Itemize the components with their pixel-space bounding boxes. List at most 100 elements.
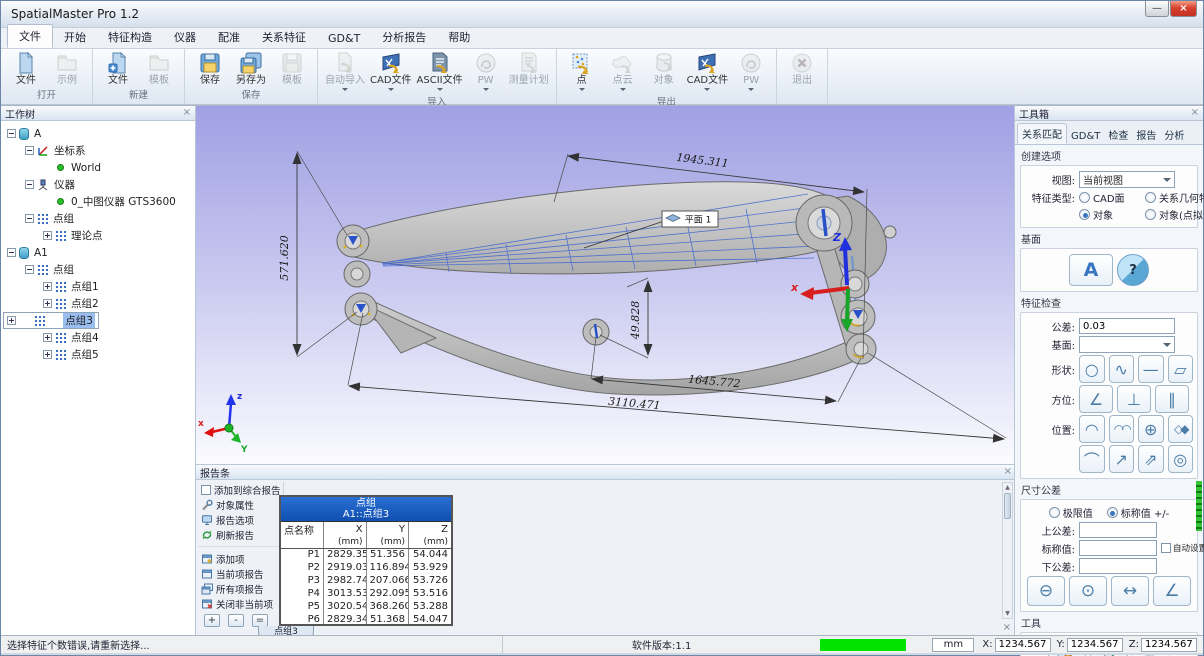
tab-gdt[interactable]: GD&T <box>1067 129 1104 144</box>
collapse-icon[interactable] <box>25 214 34 223</box>
radio-icon[interactable] <box>1049 507 1060 518</box>
resize-gripper[interactable] <box>1196 481 1202 531</box>
scroll-down-icon[interactable]: ▼ <box>1003 609 1012 618</box>
table-row[interactable]: P22919.038116.89453.929 <box>281 561 451 574</box>
perpendicularity-button[interactable]: ⊥ <box>1117 385 1151 413</box>
save-button[interactable]: 保存 <box>190 51 230 86</box>
expand-icon[interactable] <box>43 231 52 240</box>
line-profile-button[interactable]: ◠ <box>1079 415 1105 443</box>
tree-item-part-a[interactable]: A <box>3 125 193 142</box>
tab-feature-construct[interactable]: 特征构造 <box>97 26 163 48</box>
tab-instrument[interactable]: 仪器 <box>163 26 207 48</box>
close-icon[interactable]: × <box>1003 623 1011 633</box>
angle-dim-button[interactable]: ∠ <box>1153 576 1191 606</box>
checkbox-icon[interactable] <box>201 485 211 495</box>
concentricity-button[interactable]: ◎ <box>1168 445 1194 473</box>
export-pw-button[interactable]: PW <box>731 51 771 94</box>
close-icon[interactable]: × <box>1191 108 1199 118</box>
zoom-in-button[interactable]: + <box>204 614 220 627</box>
position-button[interactable]: ⊕ <box>1138 415 1164 443</box>
surface-profile-button[interactable]: ◠◠ <box>1109 415 1135 443</box>
tree-item-pointgroup-a1[interactable]: 点组 <box>3 261 193 278</box>
close-button[interactable]: × <box>1170 1 1197 17</box>
tree-item-theoretical-points[interactable]: 理论点 <box>3 227 193 244</box>
expand-icon[interactable] <box>43 282 52 291</box>
table-row[interactable]: P43013.532292.09553.516 <box>281 587 451 600</box>
radio-icon[interactable] <box>1107 507 1118 518</box>
close-icon[interactable]: × <box>183 108 191 118</box>
tree-item-coordsys[interactable]: 坐标系 <box>3 142 193 159</box>
expand-icon[interactable] <box>43 333 52 342</box>
tree-item-pointgroup-4[interactable]: 点组4 <box>3 329 193 346</box>
tree-item-part-a1[interactable]: A1 <box>3 244 193 261</box>
parallelism-button[interactable]: ∥ <box>1155 385 1189 413</box>
export-points-button[interactable]: 点 <box>562 51 602 94</box>
tab-relation-match[interactable]: 关系匹配 <box>1017 123 1067 144</box>
z-coordinate-field[interactable] <box>1141 638 1197 652</box>
radio-icon[interactable] <box>1145 209 1156 220</box>
view-select[interactable]: 当前视图 <box>1079 171 1175 188</box>
table-row[interactable]: P53020.548368.26053.288 <box>281 600 451 613</box>
table-row[interactable]: P12829.35151.35654.044 <box>281 548 451 561</box>
export-pointcloud-button[interactable]: 点云 <box>603 51 643 94</box>
checkbox-icon[interactable] <box>1161 543 1171 553</box>
total-runout-button[interactable]: ⇗ <box>1138 445 1164 473</box>
save-as-button[interactable]: 另存为 <box>231 51 271 86</box>
collapse-icon[interactable] <box>25 265 34 274</box>
collapse-icon[interactable] <box>25 180 34 189</box>
point-group-table[interactable]: 点组 A1::点组3 点名称XYZ (mm)(mm)(mm) P12829.35… <box>279 495 453 626</box>
add-to-summary-report-checkbox[interactable]: 添加到综合报告 <box>198 482 283 497</box>
auto-import-button[interactable]: 自动导入 <box>323 51 367 94</box>
minimize-button[interactable]: — <box>1145 1 1169 17</box>
close-non-current-button[interactable]: 关闭非当前项 <box>198 596 283 611</box>
export-object-button[interactable]: 对象 <box>644 51 684 86</box>
radio-cad-face[interactable]: CAD面 <box>1079 190 1141 205</box>
tab-start[interactable]: 开始 <box>53 26 97 48</box>
viewport-3d-canvas[interactable]: 1945.311 571.620 49.828 1645.772 3110.47… <box>196 106 1016 464</box>
exit-button[interactable]: 退出 <box>782 51 822 86</box>
report-options-button[interactable]: 报告选项 <box>198 512 283 527</box>
report-scrollbar[interactable]: ▲ ▼ <box>1002 482 1013 619</box>
profile-button[interactable]: ∿ <box>1109 355 1135 383</box>
radius-dim-button[interactable]: ⊙ <box>1069 576 1107 606</box>
tree-item-pointgroup-3-selected[interactable]: 点组3 <box>3 312 99 329</box>
expand-icon[interactable] <box>7 316 16 325</box>
radio-object[interactable]: 对象 <box>1079 207 1141 222</box>
tab-alignment[interactable]: 配准 <box>207 26 251 48</box>
datum-letter-button[interactable]: A <box>1069 254 1113 286</box>
new-file-button[interactable]: 文件 <box>98 51 138 86</box>
y-coordinate-field[interactable] <box>1067 638 1123 652</box>
roundness-button[interactable]: ○ <box>1079 355 1105 383</box>
runout-button[interactable]: ↗ <box>1109 445 1135 473</box>
expand-icon[interactable] <box>43 299 52 308</box>
open-file-button[interactable]: 文件 <box>6 51 46 86</box>
lower-tolerance-input[interactable] <box>1079 558 1157 574</box>
title-bar[interactable]: SpatialMaster Pro 1.2 — × <box>1 1 1203 28</box>
tab-relation-feature[interactable]: 关系特征 <box>251 26 317 48</box>
import-ascii-file-button[interactable]: ASCII文件 <box>415 51 465 94</box>
radio-icon[interactable] <box>1145 192 1156 203</box>
import-cad-file-button[interactable]: CAD文件 <box>368 51 414 94</box>
all-items-report-button[interactable]: 所有项报告 <box>198 581 283 596</box>
x-coordinate-field[interactable] <box>995 638 1051 652</box>
nominal-value-input[interactable] <box>1079 540 1157 556</box>
datum-select[interactable] <box>1079 336 1175 353</box>
expand-icon[interactable] <box>43 350 52 359</box>
tree-item-pointgroup-2[interactable]: 点组2 <box>3 295 193 312</box>
diameter-dim-button[interactable]: ⊖ <box>1027 576 1065 606</box>
tree-item-pointgroup-5[interactable]: 点组5 <box>3 346 193 363</box>
viewport-3d[interactable]: 1945.311 571.620 49.828 1645.772 3110.47… <box>196 106 1016 464</box>
tab-help[interactable]: 帮助 <box>437 26 481 48</box>
tolerance-input[interactable] <box>1079 318 1175 334</box>
scroll-up-icon[interactable]: ▲ <box>1003 483 1012 492</box>
tree-item-world[interactable]: World <box>3 159 193 176</box>
tree-item-instruments[interactable]: 仪器 <box>3 176 193 193</box>
datum-target-button[interactable]: ? <box>1117 254 1149 286</box>
save-template-button[interactable]: 模板 <box>272 51 312 86</box>
arc-button[interactable]: ⌒ <box>1079 445 1105 473</box>
tree-item-pointgroup-1[interactable]: 点组1 <box>3 278 193 295</box>
radio-nominal-value[interactable]: 标称值 +/- <box>1107 505 1170 520</box>
collapse-icon[interactable] <box>7 248 16 257</box>
radio-relation-geometry[interactable]: 关系几何特征 <box>1145 190 1204 205</box>
straightness-button[interactable]: — <box>1138 355 1164 383</box>
